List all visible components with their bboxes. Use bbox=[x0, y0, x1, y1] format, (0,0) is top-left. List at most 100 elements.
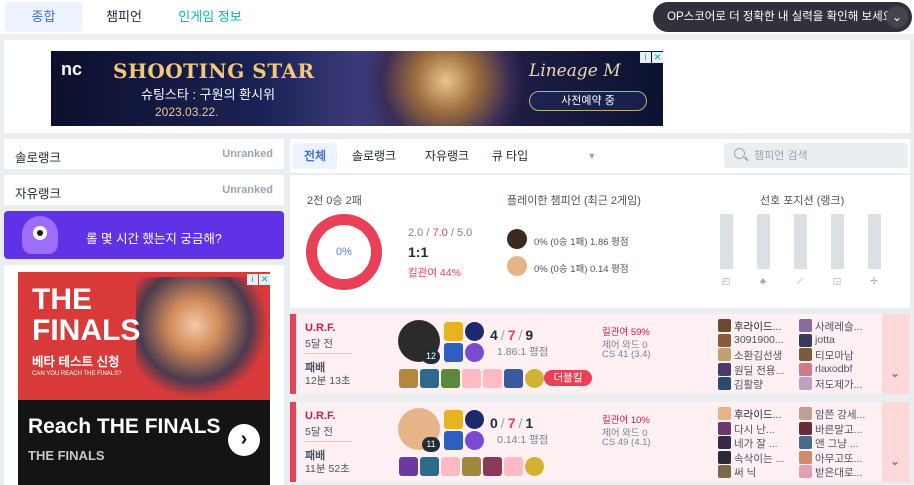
support-icon: ✢ bbox=[870, 276, 878, 286]
participant[interactable]: 앤 그냥 ... bbox=[799, 435, 877, 450]
participant[interactable]: 김활량 bbox=[718, 376, 796, 391]
match-card[interactable]: U.R.F. 5달 전 패배 11분 52초 11 0/7/1 0.14:1 평… bbox=[290, 402, 910, 482]
match-assists: 1 bbox=[525, 415, 534, 431]
rune-primary-icon[interactable] bbox=[465, 410, 484, 429]
participant-name: 아무고또... bbox=[815, 452, 863, 465]
spell-ignite-icon[interactable] bbox=[444, 431, 463, 450]
match-deaths: 7 bbox=[507, 415, 516, 431]
expand-match-button[interactable]: ⌄ bbox=[882, 314, 910, 394]
ad-cta: 사전예약 중 bbox=[529, 91, 647, 111]
item-slot[interactable] bbox=[420, 457, 439, 476]
participant-champion-icon bbox=[718, 348, 731, 361]
rune-secondary-icon[interactable] bbox=[465, 343, 484, 362]
participant-name: 암쯘 강세... bbox=[815, 409, 866, 421]
participant[interactable]: 사례레슬... bbox=[799, 318, 877, 333]
filter-solo[interactable]: 솔로랭크 bbox=[344, 143, 404, 169]
ad-side-subtitle: THE FINALS bbox=[28, 448, 105, 463]
champion-search-input[interactable] bbox=[754, 146, 904, 165]
item-slot[interactable] bbox=[399, 369, 418, 388]
participant[interactable]: 후라이드... bbox=[718, 406, 796, 421]
participant-name: 원딜 전용... bbox=[734, 364, 785, 377]
item-slot[interactable] bbox=[483, 457, 502, 476]
trinket-icon[interactable] bbox=[525, 457, 544, 476]
champion-portrait[interactable]: 11 bbox=[398, 408, 440, 452]
item-slot[interactable] bbox=[420, 369, 439, 388]
tab-champions[interactable]: 챔피언 bbox=[95, 2, 153, 32]
multikill-badge: 더블킬 bbox=[544, 370, 592, 386]
match-card[interactable]: U.R.F. 5달 전 패배 12분 13초 12 4/7/9 1.86:1 평… bbox=[290, 314, 910, 394]
participant-name: 앤 그냥 ... bbox=[815, 438, 859, 450]
ad-side-info-icon[interactable]: i bbox=[247, 274, 258, 285]
playtime-promo-banner[interactable]: 롤 몇 시간 했는지 궁금해? bbox=[4, 211, 284, 259]
participant-name: 3091900... bbox=[734, 333, 784, 346]
item-slot[interactable] bbox=[441, 369, 460, 388]
tab-overview[interactable]: 종합 bbox=[5, 2, 82, 32]
filter-queue-type[interactable]: 큐 타입 bbox=[488, 143, 532, 169]
match-mode: U.R.F. bbox=[305, 322, 336, 334]
filter-flex[interactable]: 자유랭크 bbox=[417, 143, 477, 169]
participant[interactable]: 속삭이는 ... bbox=[718, 450, 796, 464]
participant[interactable]: 티모마남 bbox=[799, 347, 877, 362]
queue-type-dropdown-icon[interactable]: ▼ bbox=[585, 143, 599, 169]
participant[interactable]: 바른말고... bbox=[799, 421, 877, 436]
item-slot-empty bbox=[483, 369, 502, 388]
participant[interactable]: 다시 난... bbox=[718, 421, 796, 435]
participant[interactable]: 소환김선생 bbox=[718, 347, 796, 362]
participant[interactable]: 3091900... bbox=[718, 333, 796, 348]
item-slot[interactable] bbox=[399, 457, 418, 476]
participant[interactable]: 후라이드... bbox=[718, 318, 796, 333]
participant-name: rlaxodbf bbox=[815, 362, 853, 375]
chevron-right-icon[interactable]: › bbox=[228, 424, 260, 456]
position-bar-adc bbox=[831, 214, 844, 269]
item-slot[interactable] bbox=[504, 369, 523, 388]
champion-portrait bbox=[507, 256, 527, 276]
ad-date: 2023.03.22. bbox=[155, 105, 219, 119]
participant[interactable]: rlaxodbf bbox=[799, 362, 877, 377]
match-kda-ratio: 1.86:1 평점 bbox=[497, 346, 549, 358]
participant[interactable]: 아무고또... bbox=[799, 450, 877, 465]
op-score-button[interactable]: OP스코어로 더 정확한 내 실력을 확인해 보세요 ⌄ bbox=[653, 2, 912, 32]
ad-info-icon[interactable]: i bbox=[640, 52, 651, 63]
item-slot-empty bbox=[462, 369, 481, 388]
champion-portrait[interactable]: 12 bbox=[398, 320, 440, 364]
spell-flash-icon[interactable] bbox=[444, 322, 463, 341]
match-duration: 12분 13초 bbox=[305, 375, 351, 387]
participant[interactable]: 원딜 전용... bbox=[718, 362, 796, 377]
participant[interactable]: 저도제가... bbox=[799, 376, 877, 391]
participant-champion-icon bbox=[718, 319, 731, 332]
participant-name: 티모마남 bbox=[815, 350, 854, 362]
ad-game-logo: Lineage M bbox=[529, 61, 621, 81]
participant[interactable]: 받은대로... bbox=[799, 464, 877, 479]
participant[interactable]: 써 닉 bbox=[718, 464, 796, 479]
recent-summary: 2전 0승 2패 0% 2.0 / 7.0 / 5.0 1:1 킬관여 44% … bbox=[290, 175, 910, 308]
participant[interactable]: 암쯘 강세... bbox=[799, 406, 877, 421]
rune-secondary-icon[interactable] bbox=[465, 431, 484, 450]
champion-search[interactable] bbox=[724, 143, 908, 168]
ad-banner-top[interactable]: nc SHOOTING STAR 슈팅스타 : 구원의 환시위 2023.03.… bbox=[51, 51, 663, 126]
ad-banner-side[interactable]: THE FINALS 베타 테스트 신청 CAN YOU REACH THE F… bbox=[18, 272, 270, 485]
ad-close-icon[interactable]: ✕ bbox=[652, 52, 663, 63]
tab-ingame[interactable]: 인게임 정보 bbox=[172, 2, 248, 32]
spell-flash-icon[interactable] bbox=[444, 410, 463, 429]
participant[interactable]: jotta bbox=[799, 333, 877, 348]
filter-all[interactable]: 전체 bbox=[293, 143, 337, 169]
trinket-icon[interactable] bbox=[525, 369, 544, 388]
match-time-ago: 5달 전 bbox=[305, 338, 334, 350]
position-bar-jungle bbox=[757, 214, 770, 269]
participant-champion-icon bbox=[718, 333, 731, 347]
ad-side-close-icon[interactable]: ✕ bbox=[259, 274, 270, 285]
participant-name: 바른말고... bbox=[815, 423, 863, 436]
participant-champion-icon bbox=[718, 465, 731, 478]
match-kill-participation: 킬관여 10% bbox=[602, 415, 650, 426]
solo-rank-label: 솔로랭크 bbox=[15, 151, 62, 165]
item-slot[interactable] bbox=[462, 457, 481, 476]
participant[interactable]: 네가 잘 ... bbox=[718, 435, 796, 450]
participant-champion-icon bbox=[718, 377, 731, 390]
match-kda-ratio: 0.14:1 평점 bbox=[497, 434, 549, 446]
spell-ignite-icon[interactable] bbox=[444, 343, 463, 362]
chevron-down-icon: ⌄ bbox=[890, 366, 901, 380]
rune-primary-icon[interactable] bbox=[465, 322, 484, 341]
position-bar-top bbox=[720, 214, 733, 269]
participant-name: 받은대로... bbox=[815, 467, 863, 479]
expand-match-button[interactable]: ⌄ bbox=[882, 402, 910, 482]
